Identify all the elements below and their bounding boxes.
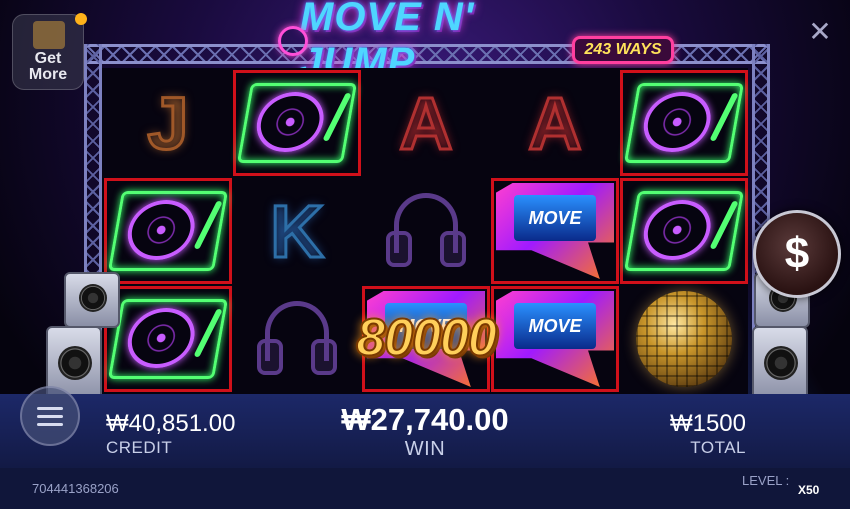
reel-cell-winning bbox=[104, 178, 232, 284]
hamburger-icon-line bbox=[37, 414, 63, 418]
hamburger-icon-line bbox=[37, 406, 63, 410]
round-id: 704441368206 bbox=[32, 481, 119, 496]
menu-button[interactable] bbox=[20, 386, 80, 446]
turntable-icon bbox=[107, 191, 229, 271]
game-stage: MOVE N' JUMP 243 WAYS Get More ✕ J K A M… bbox=[0, 0, 850, 509]
symbol-letter: J bbox=[146, 80, 190, 166]
speaker-icon bbox=[752, 326, 808, 402]
total-bet-display[interactable]: ₩1500 TOTAL bbox=[660, 410, 746, 458]
level-value: X50 bbox=[798, 483, 820, 497]
turntable-icon bbox=[623, 191, 745, 271]
reel-cell bbox=[233, 286, 361, 392]
total-label: TOTAL bbox=[690, 438, 746, 457]
gift-icon bbox=[33, 21, 65, 49]
reel-cell-winning: MOVE bbox=[491, 286, 619, 392]
hamburger-icon-line bbox=[37, 422, 63, 426]
reel-cell: J bbox=[104, 70, 232, 176]
speaker-icon bbox=[278, 26, 308, 56]
move-wild-icon: MOVE bbox=[496, 183, 614, 279]
get-more-button[interactable]: Get More bbox=[12, 13, 87, 90]
level-label: LEVEL : bbox=[742, 473, 790, 488]
reel-cell-winning bbox=[104, 286, 232, 392]
total-value: ₩1500 bbox=[669, 410, 746, 437]
dollar-icon: $ bbox=[784, 229, 810, 278]
turntable-icon bbox=[623, 83, 745, 163]
credit-value: ₩40,851.00 bbox=[106, 410, 236, 437]
win-popup-amount: 80000 bbox=[355, 308, 498, 368]
turntable-icon bbox=[236, 83, 358, 163]
spin-button[interactable]: $ bbox=[753, 210, 841, 298]
reel-cell-winning: MOVE bbox=[491, 178, 619, 284]
reel-cell: A bbox=[362, 70, 490, 176]
reel-cell: K bbox=[233, 178, 361, 284]
corner-fx-icon: ✕ bbox=[808, 16, 832, 47]
ways-badge: 243 WAYS bbox=[572, 36, 674, 64]
reel-cell: A bbox=[491, 70, 619, 176]
reel-cell-winning bbox=[620, 178, 748, 284]
reel-cell-winning bbox=[620, 70, 748, 176]
get-more-label: Get More bbox=[28, 50, 68, 83]
win-label: WIN bbox=[404, 438, 446, 460]
reel-cell bbox=[620, 286, 748, 392]
headphones-icon bbox=[380, 191, 472, 271]
symbol-letter: K bbox=[269, 188, 325, 274]
win-value: ₩27,740.00 bbox=[341, 402, 509, 437]
disco-ball-icon bbox=[636, 291, 732, 387]
credit-display: ₩40,851.00 CREDIT bbox=[106, 410, 235, 458]
reel-cell-winning bbox=[233, 70, 361, 176]
win-display: ₩27,740.00 WIN bbox=[320, 402, 530, 461]
game-logo: MOVE N' JUMP bbox=[278, 0, 560, 84]
reel-cell bbox=[362, 178, 490, 284]
notification-dot bbox=[75, 13, 87, 25]
credit-label: CREDIT bbox=[106, 438, 173, 457]
move-wild-icon: MOVE bbox=[496, 291, 614, 387]
symbol-letter: A bbox=[398, 80, 454, 166]
headphones-icon bbox=[251, 299, 343, 379]
symbol-letter: A bbox=[527, 80, 583, 166]
turntable-icon bbox=[107, 299, 229, 379]
speaker-icon bbox=[64, 272, 120, 328]
